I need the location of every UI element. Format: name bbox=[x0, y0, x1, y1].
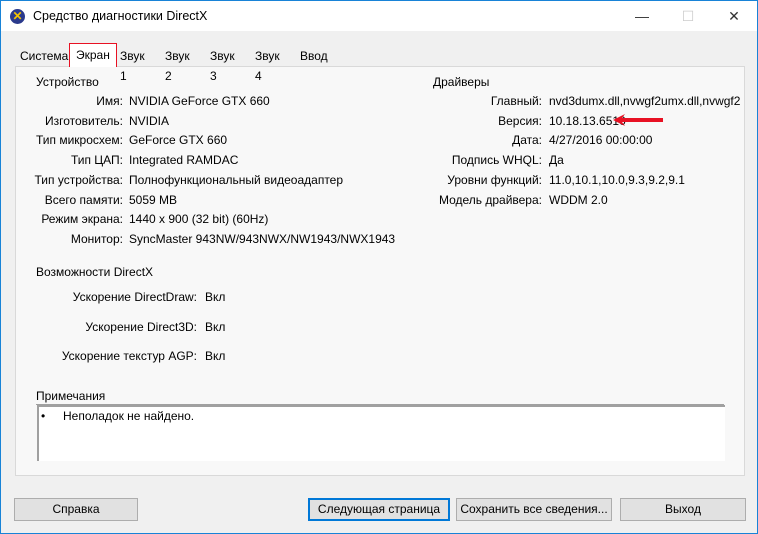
device-label: Тип ЦАП: bbox=[70, 153, 123, 168]
device-label: Режим экрана: bbox=[41, 212, 123, 227]
device-value: Полнофункциональный видеоадаптер bbox=[129, 172, 344, 187]
driver-label: Подпись WHQL: bbox=[451, 153, 542, 168]
device-value: 1440 x 900 (32 bit) (60Hz) bbox=[129, 212, 269, 227]
device-value: 5059 MB bbox=[129, 192, 178, 207]
note-item: Неполадок не найдено. bbox=[63, 409, 195, 423]
driver-value: nvd3dumx.dll,nvwgf2umx.dll,nvwgf2 bbox=[549, 94, 741, 108]
driver-value: WDDM 2.0 bbox=[549, 192, 608, 207]
driver-label: Модель драйвера: bbox=[438, 192, 542, 207]
tab-sound-3[interactable]: Звук 3 bbox=[207, 46, 238, 83]
driver-value: Да bbox=[549, 153, 564, 168]
device-label: Тип устройства: bbox=[34, 172, 124, 187]
driver-label: Главный: bbox=[490, 94, 542, 108]
help-button[interactable]: Справка bbox=[14, 498, 138, 521]
device-value: SyncMaster 943NW/943NWX/NW1943/NWX1943 bbox=[129, 231, 396, 246]
directx-value: Вкл bbox=[205, 319, 226, 334]
notes-box[interactable]: • Неполадок не найдено. bbox=[37, 405, 725, 461]
minimize-button[interactable]: — bbox=[619, 1, 665, 31]
device-value: NVIDIA bbox=[129, 113, 170, 128]
close-button[interactable]: ✕ bbox=[711, 1, 757, 31]
directx-icon: ✕ bbox=[10, 9, 25, 24]
device-value: NVIDIA GeForce GTX 660 bbox=[129, 94, 270, 108]
directx-label: Ускорение Direct3D: bbox=[85, 319, 197, 334]
drivers-heading: Драйверы bbox=[433, 75, 490, 89]
directx-label: Ускорение DirectDraw: bbox=[72, 290, 197, 304]
directx-heading: Возможности DirectX bbox=[36, 265, 154, 279]
tab-display[interactable]: Экран bbox=[69, 43, 117, 67]
maximize-button: ☐ bbox=[681, 8, 695, 24]
notes-heading: Примечания bbox=[36, 389, 106, 403]
directx-value: Вкл bbox=[205, 349, 226, 363]
device-label: Монитор: bbox=[70, 231, 123, 246]
device-label: Имя: bbox=[96, 94, 123, 108]
tab-input[interactable]: Ввод bbox=[297, 46, 331, 66]
directx-label: Ускорение текстур AGP: bbox=[61, 349, 197, 363]
tab-sound-2[interactable]: Звук 2 bbox=[162, 46, 193, 83]
exit-button[interactable]: Выход bbox=[620, 498, 746, 521]
device-heading: Устройство bbox=[36, 75, 99, 89]
device-label: Тип микросхем: bbox=[35, 133, 123, 148]
driver-label: Дата: bbox=[512, 133, 542, 148]
window-title: Средство диагностики DirectX bbox=[33, 9, 208, 23]
save-all-button[interactable]: Сохранить все сведения... bbox=[456, 498, 612, 521]
device-label: Изготовитель: bbox=[45, 113, 123, 128]
next-page-button[interactable]: Следующая страница bbox=[308, 498, 450, 521]
title-bar: ✕ Средство диагностики DirectX — ☐ ✕ bbox=[1, 1, 757, 31]
device-value: GeForce GTX 660 bbox=[129, 133, 228, 148]
tab-sound-1[interactable]: Звук 1 bbox=[117, 46, 148, 83]
driver-label: Версия: bbox=[498, 113, 542, 128]
driver-value: 11.0,10.1,10.0,9.3,9.2,9.1 bbox=[549, 172, 685, 187]
directx-value: Вкл bbox=[205, 290, 226, 304]
red-arrow-icon bbox=[613, 114, 663, 126]
driver-value: 4/27/2016 00:00:00 bbox=[549, 133, 653, 148]
tab-sound-4[interactable]: Звук 4 bbox=[252, 46, 283, 83]
device-label: Всего памяти: bbox=[44, 192, 123, 207]
dxdiag-window: ✕ Средство диагностики DirectX — ☐ ✕ Сис… bbox=[0, 0, 758, 534]
tab-system[interactable]: Система bbox=[17, 46, 71, 66]
driver-label: Уровни функций: bbox=[447, 172, 542, 187]
device-value: Integrated RAMDAC bbox=[129, 153, 239, 168]
bullet-icon: • bbox=[41, 409, 46, 423]
